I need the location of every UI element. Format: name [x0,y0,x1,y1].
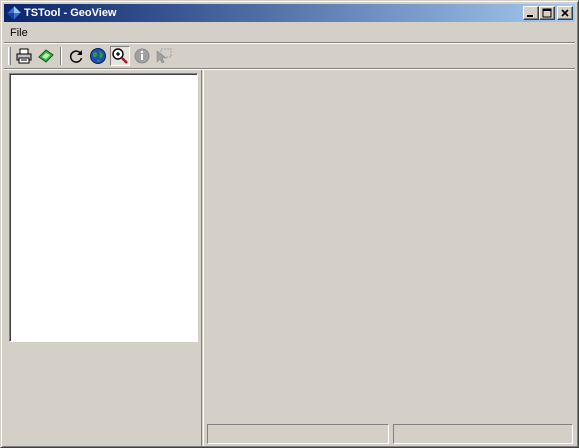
toolbar-grip[interactable] [8,47,11,65]
zoom-button[interactable] [110,46,130,66]
menu-file[interactable]: File [4,24,34,42]
close-icon [561,9,569,17]
info-button[interactable] [132,46,152,66]
save-image-icon [38,49,54,63]
window-controls [523,6,573,20]
maximize-icon [542,8,552,18]
printer-icon [16,48,32,64]
print-button[interactable] [14,46,34,66]
toolbar-separator [60,47,62,65]
maximize-button[interactable] [539,6,555,20]
toolbar [4,44,575,68]
layer-list[interactable] [9,73,198,342]
globe-icon [90,48,106,64]
status-field-left [207,424,389,444]
window-title: TSTool - GeoView [24,7,117,19]
refresh-icon [69,50,83,63]
save-image-button[interactable] [36,46,56,66]
minimize-icon [527,15,533,17]
status-field-right [393,424,573,444]
full-extent-button[interactable] [88,46,108,66]
close-button[interactable] [557,6,573,20]
minimize-button[interactable] [523,6,539,20]
info-icon [134,48,150,64]
map-canvas[interactable] [204,70,575,422]
geoview-window: TSTool - GeoView File [0,0,579,448]
select-button[interactable] [154,46,174,66]
refresh-button[interactable] [66,46,86,66]
select-icon [156,48,172,64]
zoom-icon [112,48,128,64]
menu-bar: File [4,24,575,42]
legend-panel [4,70,201,446]
status-bar [204,422,575,446]
title-bar[interactable]: TSTool - GeoView [4,4,575,22]
diamond-app-icon [6,5,22,21]
